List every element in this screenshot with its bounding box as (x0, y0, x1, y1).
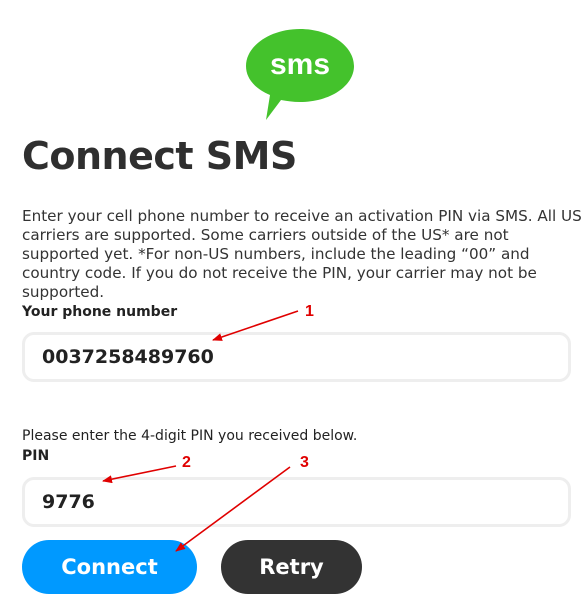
connect-button[interactable]: Connect (22, 540, 197, 594)
pin-label: PIN (22, 448, 50, 464)
annotation-label-2: 2 (182, 454, 191, 471)
pin-hint: Please enter the 4-digit PIN you receive… (22, 428, 358, 444)
page-description: Enter your cell phone number to receive … (22, 207, 582, 301)
pin-field-container (22, 477, 571, 527)
sms-logo: sms (246, 29, 354, 120)
retry-button[interactable]: Retry (221, 540, 362, 594)
phone-input[interactable] (42, 335, 522, 379)
phone-label: Your phone number (22, 304, 178, 320)
pin-input[interactable] (42, 480, 522, 524)
page-title: Connect SMS (22, 134, 297, 178)
annotation-label-3: 3 (300, 454, 309, 471)
phone-field-container (22, 332, 571, 382)
annotation-label-1: 1 (305, 303, 314, 320)
logo-text: sms (270, 48, 330, 81)
